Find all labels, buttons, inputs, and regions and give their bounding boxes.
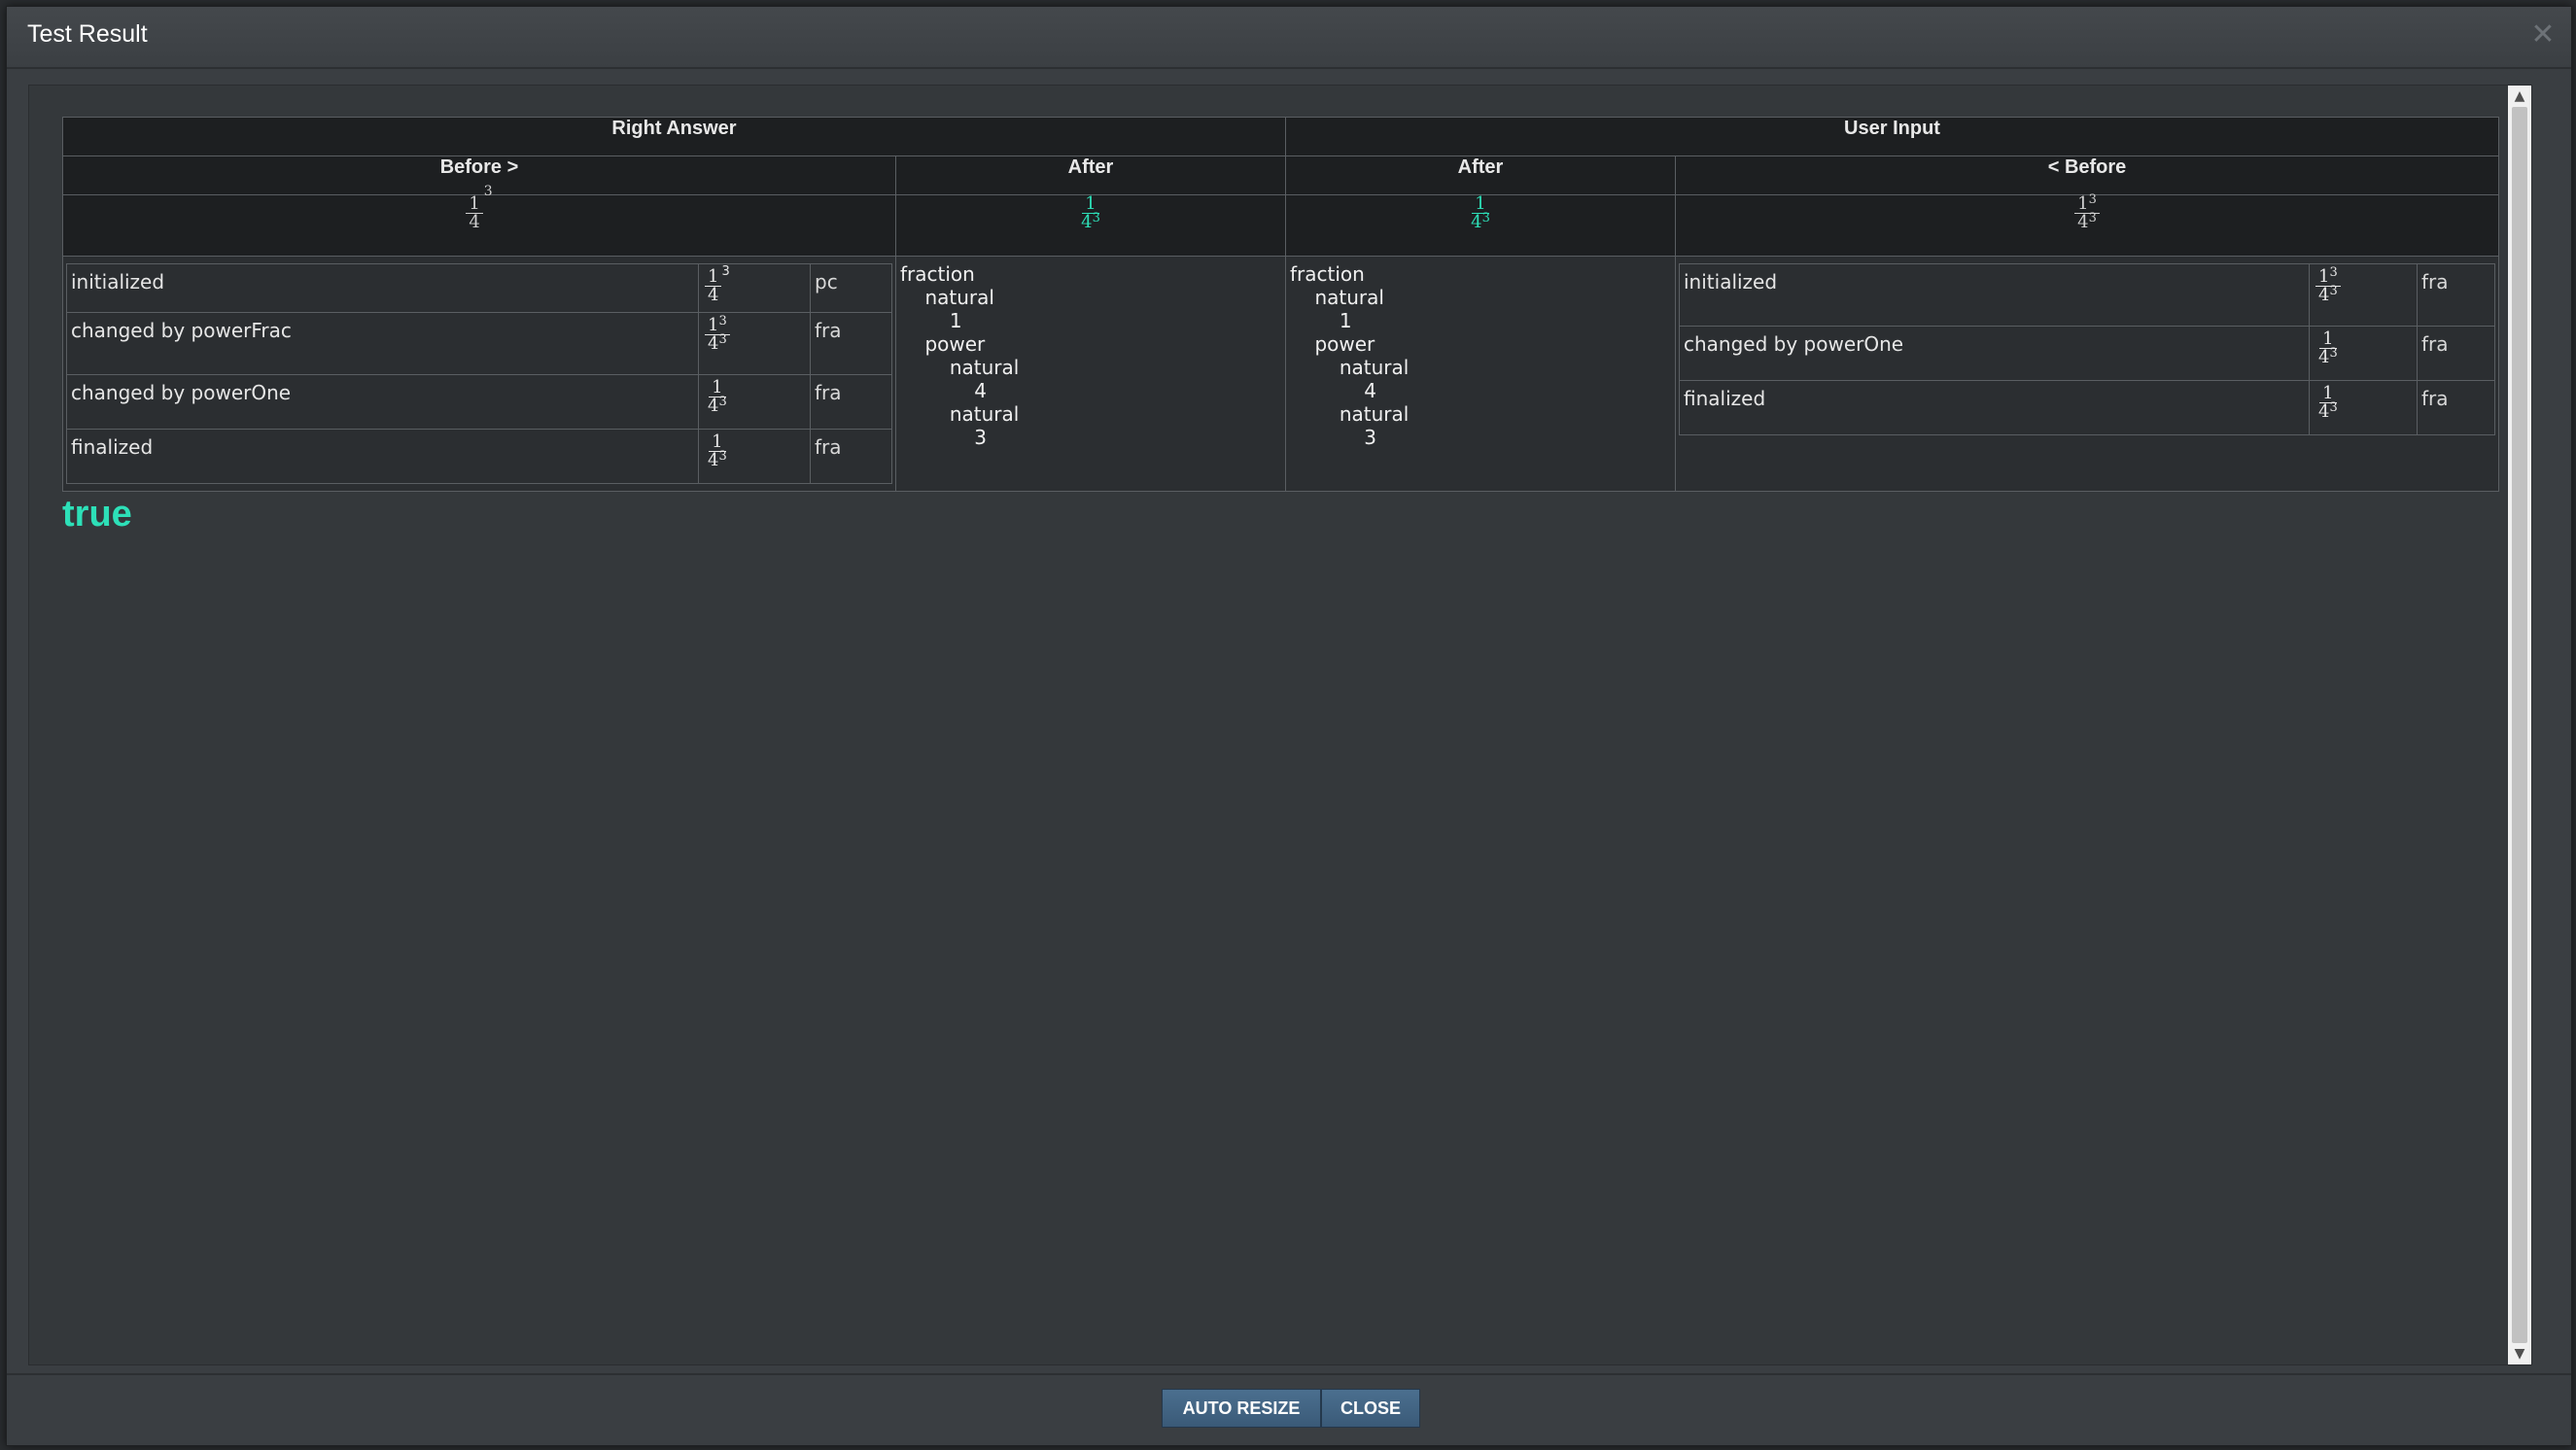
step-label: changed by powerFrac [66,312,699,375]
table-row: initialized 143 pc [66,263,892,313]
after-user-header: After [1285,155,1676,195]
table-row: initialized 13 43 fra [1679,263,2495,327]
step-math: 143 [698,374,811,430]
close-icon[interactable]: ✕ [2528,20,2558,50]
step-label: changed by powerOne [66,374,699,430]
step-math: 143 [2309,380,2418,435]
after-right-header: After [895,155,1286,195]
step-extra: fra [810,374,892,430]
expression-tree: fraction natural 1 power natural 4 natur… [900,262,1020,449]
table-row: finalized 1 43 fra [66,429,892,484]
right-steps-table: initialized 143 pc changed by powerFrac … [66,263,892,484]
auto-resize-button[interactable]: AUTO RESIZE [1162,1389,1321,1428]
step-label: initialized [1679,263,2310,327]
comparison-table: Right Answer User Input Before > After A… [62,117,2499,492]
user-input-header: User Input [1285,117,2499,156]
user-steps-table: initialized 13 43 fra changed by powerOne… [1679,263,2495,435]
scrollbar-thumb[interactable] [2512,107,2527,1343]
right-before-expression: 143 [62,184,896,257]
user-steps-cell: initialized 13 43 fra changed by powerOne… [1675,256,2499,492]
close-button[interactable]: CLOSE [1321,1389,1420,1428]
before-user-header[interactable]: < Before [1675,155,2499,195]
before-right-header[interactable]: Before > [62,155,896,195]
expression-tree: fraction natural 1 power natural 4 natur… [1290,262,1410,449]
scroll-down-icon[interactable]: ▼ [2508,1343,2531,1364]
table-row: changed by powerFrac 13 43 fra [66,312,892,375]
step-math: 143 [698,263,811,313]
step-extra: pc [810,263,892,313]
step-label: finalized [1679,380,2310,435]
right-answer-header: Right Answer [62,117,1286,156]
test-result-dialog: Test Result ✕ ▲ ▼ Right Answer User Inpu… [6,6,2572,1446]
result-content: Right Answer User Input Before > After A… [62,117,2499,535]
step-label: changed by powerOne [1679,326,2310,381]
right-steps-cell: initialized 143 pc changed by powerFrac … [62,256,896,492]
step-math: 13 43 [698,312,811,375]
step-extra: fra [810,312,892,375]
step-extra: fra [2417,263,2495,327]
step-label: finalized [66,429,699,484]
right-after-expression: 1 43 [895,194,1286,257]
table-row: finalized 1 43 fra [1679,380,2495,435]
right-tree-cell: fraction natural 1 power natural 4 natur… [895,256,1286,492]
step-extra: fra [2417,326,2495,381]
step-label: initialized [66,263,699,313]
result-value: true [62,494,132,535]
user-after-expression: 1 43 [1285,194,1676,257]
step-extra: fra [2417,380,2495,435]
dialog-titlebar[interactable]: Test Result ✕ [7,7,2571,69]
scroll-up-icon[interactable]: ▲ [2508,86,2531,107]
step-math: 143 [2309,326,2418,381]
table-row: changed by powerOne 1 43 fra [1679,326,2495,381]
user-before-expression: 13 43 [1675,192,2499,257]
dialog-title: Test Result [27,20,148,48]
step-extra: fra [810,429,892,484]
dialog-footer: AUTO RESIZE CLOSE [7,1373,2571,1445]
step-math: 143 [698,429,811,484]
table-row: changed by powerOne 1 43 fra [66,374,892,430]
vertical-scrollbar[interactable]: ▲ ▼ [2508,86,2531,1364]
step-math: 13 43 [2309,263,2418,327]
user-tree-cell: fraction natural 1 power natural 4 natur… [1285,256,1676,492]
dialog-body: ▲ ▼ Right Answer User Input Before > Aft [28,85,2532,1365]
